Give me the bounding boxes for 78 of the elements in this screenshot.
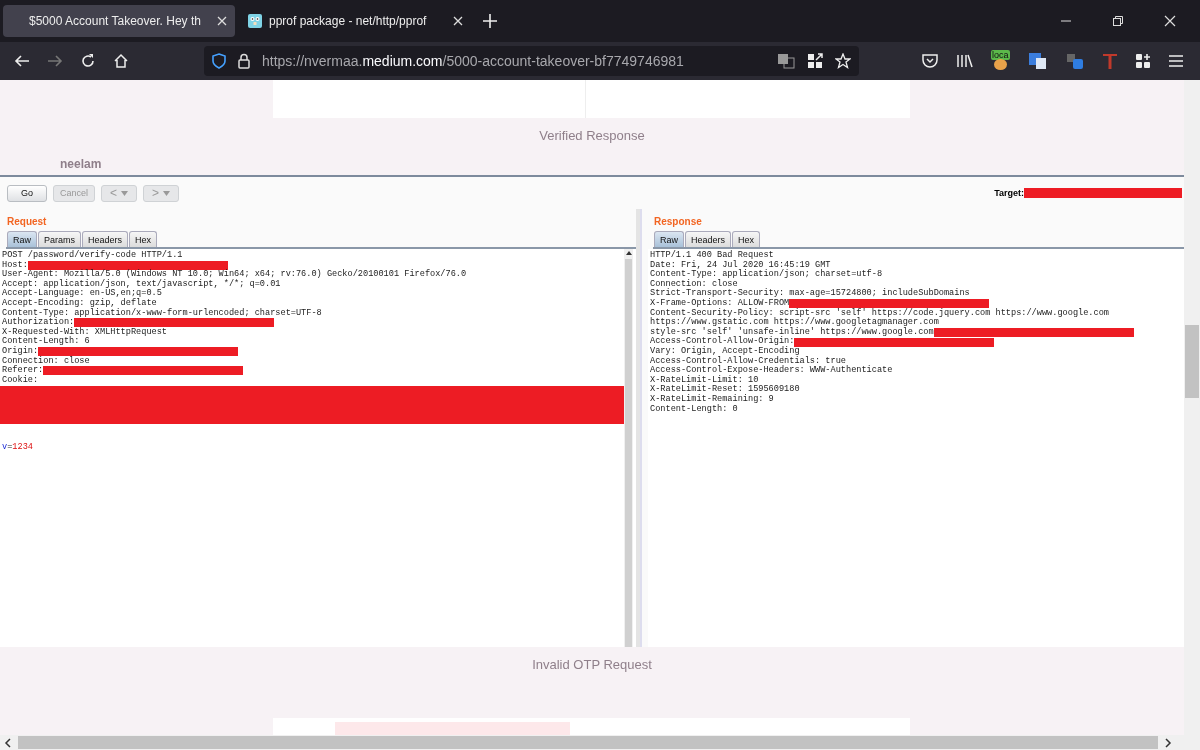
code-line: style-src 'self' 'unsafe-inline' https://www.google.com (650, 327, 934, 337)
editor-tab[interactable]: Raw (7, 231, 37, 247)
scrollbar[interactable] (624, 249, 633, 647)
code-line: Strict-Transport-Security: max-age=15724800; includeSubDomains (650, 289, 970, 299)
extension-icon[interactable] (1102, 52, 1118, 70)
editor-tab[interactable]: Raw (654, 231, 684, 247)
new-tab-icon[interactable] (483, 14, 497, 28)
lock-icon[interactable] (238, 53, 250, 69)
editor-tab[interactable]: Headers (685, 231, 732, 247)
code-line: Accept: application/json, text/javascript, */*; q=0.01 (2, 279, 281, 289)
editor-tab[interactable]: Hex (732, 231, 761, 247)
caret-icon (121, 190, 128, 196)
scrollbar[interactable] (0, 735, 1200, 750)
menu-icon[interactable] (1168, 54, 1184, 68)
scroll-right-icon[interactable] (1164, 737, 1172, 748)
grid-icon[interactable] (807, 53, 823, 69)
caret-icon (163, 190, 170, 196)
close-icon[interactable] (453, 16, 463, 26)
address-bar[interactable]: https://nvermaa.medium.com/5000-account-takeover-bf7749746981 (204, 46, 859, 76)
restore-icon[interactable] (1112, 15, 1124, 27)
close-icon[interactable] (1164, 15, 1176, 27)
code-line: Access-Control-Expose-Headers: WWW-Authenticate (650, 366, 893, 376)
code-line: X-Requested-With: XMLHttpRequest (2, 327, 168, 337)
scroll-left-icon[interactable] (4, 737, 12, 748)
code-line: POST /password/verify-code HTTP/1.1 (2, 251, 183, 261)
image-caption: Verified Response (539, 127, 645, 145)
editor-tab[interactable]: Params (38, 231, 82, 247)
back-icon[interactable] (14, 53, 30, 69)
code-line: Content-Length: 0 (650, 404, 738, 415)
code-line: Date: Fri, 24 Jul 2020 16:45:19 GMT (650, 260, 831, 270)
code-line: Cookie: (2, 375, 39, 386)
code-line: Connection: close (2, 356, 90, 366)
browser-tab[interactable]: $5000 Account Takeover. Hey th (3, 5, 235, 37)
pocket-icon[interactable] (921, 53, 939, 69)
code-line: https://www.gstatic.com https://www.googletagmanager.com (650, 318, 939, 328)
code-line: HTTP/1.1 400 Bad Request (650, 251, 774, 260)
code-line: User-Agent: Mozilla/5.0 (Windows NT 10.0; Win64; x64; rv:76.0) Gecko/20100101 Firefox/76.0 (2, 270, 467, 280)
code-line: Content-Type: application/json; charset=utf-8 (650, 270, 883, 280)
code-line: Content-Type: application/x-www-form-urlencoded; charset=UTF-8 (2, 308, 322, 318)
pane-title: Request (6, 215, 48, 227)
home-icon[interactable] (113, 53, 129, 69)
scrollbar[interactable] (1184, 80, 1200, 735)
code-line: X-Frame-Options: ALLOW-FROM (650, 298, 790, 308)
action-button[interactable]: Go (7, 184, 47, 202)
code-line: Host: (2, 260, 28, 270)
code-line: Referer: (2, 366, 44, 376)
forward-icon[interactable] (47, 53, 63, 69)
code-line: v=1234 (2, 442, 33, 453)
shield-icon[interactable] (212, 53, 226, 69)
editor-tab[interactable]: Headers (82, 231, 129, 247)
code-line: X-RateLimit-Limit: 10 (650, 375, 759, 385)
image-caption: Invalid OTP Request (532, 656, 652, 674)
code-line: Content-Security-Policy: script-src 'self' https://code.jquery.com https://www.google.com (650, 308, 1109, 318)
code-line: X-RateLimit-Reset: 1595609180 (650, 385, 800, 395)
code-line: Content-Length: 6 (2, 337, 90, 347)
code-line: Origin: (2, 346, 39, 356)
splitter-handle[interactable] (636, 209, 640, 647)
extensions-icon[interactable] (1135, 53, 1151, 69)
code-line: Vary: Origin, Accept-Encoding (650, 346, 800, 356)
close-icon[interactable] (217, 16, 227, 26)
url-text: https://nvermaa.medium.com/5000-account-takeover-bf7749746981 (262, 53, 684, 69)
reload-icon[interactable] (80, 53, 96, 69)
code-line: Accept-Encoding: gzip, deflate (2, 298, 157, 308)
code-line: Connection: close (650, 279, 738, 289)
code-line: X-RateLimit-Remaining: 9 (650, 394, 774, 404)
editor-tab[interactable]: Hex (129, 231, 158, 247)
code-line: Access-Control-Allow-Origin: (650, 337, 795, 347)
browser-tab[interactable]: pprof package - net/http/pprof (239, 5, 471, 37)
pane-title: Response (653, 215, 703, 227)
code-line: Accept-Language: en-US,en;q=0.5 (2, 289, 162, 299)
author-name: neelam (60, 157, 102, 171)
library-icon[interactable] (956, 53, 974, 69)
star-icon[interactable] (835, 53, 851, 69)
gopher-icon (247, 13, 263, 29)
target-label: Target: (994, 188, 1024, 198)
scroll-up-icon[interactable] (624, 249, 633, 257)
code-line: Access-Control-Allow-Credentials: true (650, 356, 846, 366)
code-line: Authorization: (2, 318, 75, 328)
